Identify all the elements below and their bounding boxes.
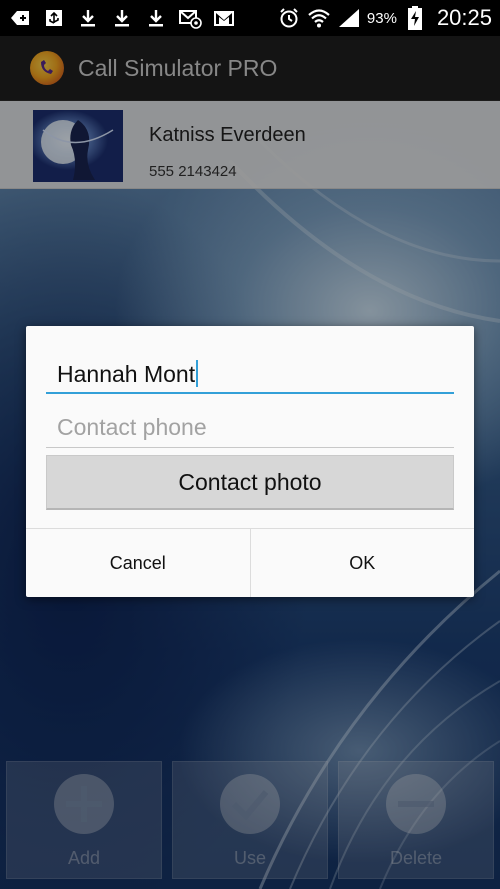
ok-button[interactable]: OK [249,529,475,597]
clock: 20:25 [436,5,492,30]
contact-phone-placeholder: Contact phone [57,414,207,440]
text-cursor [196,360,199,387]
download-icon [144,6,168,30]
battery-percent: 93% [366,9,397,27]
contact-name-field[interactable]: Hannah Mont [46,350,454,394]
download-icon [110,6,134,30]
download-icon [76,6,100,30]
gmail-icon [212,6,236,30]
status-bar: 93% 20:25 [0,0,500,36]
add-box-icon [8,6,32,30]
battery-charging-icon [403,6,427,30]
usb-icon [42,6,66,30]
edit-contact-dialog: Hannah Mont Contact phone Contact photo … [26,326,474,597]
contact-phone-field[interactable]: Contact phone [46,404,454,448]
contact-name-value: Hannah Mont [57,361,196,387]
wifi-icon [307,6,331,30]
signal-icon [337,6,361,30]
alarm-icon [277,6,301,30]
contact-photo-button[interactable]: Contact photo [46,455,454,510]
cancel-button[interactable]: Cancel [26,529,250,597]
email-at-icon [178,6,202,30]
dialog-actions: Cancel OK [26,528,474,597]
